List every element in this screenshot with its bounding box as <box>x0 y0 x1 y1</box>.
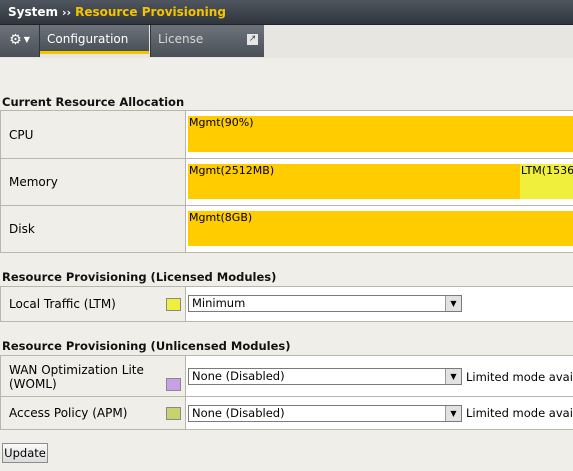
allocation-label: CPU <box>0 110 186 159</box>
allocation-bar-cell: Mgmt(2512MB) LTM(1536 <box>185 158 573 206</box>
tab-license[interactable]: License ↗ <box>150 25 264 57</box>
external-link-icon: ↗ <box>247 34 258 45</box>
module-label: Local Traffic (LTM) <box>9 297 116 311</box>
module-control-cell: None (Disabled) ▼ Limited mode availa <box>185 355 573 397</box>
resource-bar: Mgmt(2512MB) LTM(1536 <box>188 164 573 199</box>
bar-segment-mgmt: Mgmt(2512MB) <box>188 164 521 199</box>
module-control-cell: Minimum ▼ <box>185 286 573 322</box>
module-color-swatch <box>166 298 181 311</box>
licensed-title: Resource Provisioning (Licensed Modules) <box>2 270 277 284</box>
dropdown-arrow-icon: ▼ <box>445 296 461 311</box>
allocation-label: Memory <box>0 158 186 206</box>
tab-configuration[interactable]: Configuration <box>40 25 149 54</box>
module-row-apm: Access Policy (APM) None (Disabled) ▼ Li… <box>0 396 573 430</box>
limited-mode-note: Limited mode availa <box>466 406 573 420</box>
resource-bar: Mgmt(90%) <box>188 116 573 152</box>
breadcrumb-system[interactable]: System <box>8 5 58 19</box>
allocation-row-memory: Memory Mgmt(2512MB) LTM(1536 <box>0 158 573 206</box>
bar-segment-ltm: LTM(1536 <box>519 164 573 199</box>
module-label: WAN Optimization Lite (WOML) <box>9 363 144 391</box>
unlicensed-title: Resource Provisioning (Unlicensed Module… <box>2 339 291 353</box>
tab-bar: ⚙ ▼ Configuration License ↗ <box>0 25 573 58</box>
resource-bar: Mgmt(8GB) <box>188 211 573 246</box>
allocation-row-cpu: CPU Mgmt(90%) <box>0 110 573 159</box>
dropdown-arrow-icon: ▼ <box>445 406 461 421</box>
module-color-swatch <box>166 378 181 391</box>
module-label-cell: WAN Optimization Lite (WOML) <box>0 355 186 397</box>
limited-mode-note: Limited mode availa <box>466 370 573 384</box>
module-row-woml: WAN Optimization Lite (WOML) None (Disab… <box>0 355 573 397</box>
allocation-bar-cell: Mgmt(8GB) <box>185 205 573 253</box>
module-label: Access Policy (APM) <box>9 406 128 420</box>
allocation-bar-cell: Mgmt(90%) <box>185 110 573 159</box>
module-label-cell: Local Traffic (LTM) <box>0 286 186 322</box>
allocation-label: Disk <box>0 205 186 253</box>
allocation-table: CPU Mgmt(90%) Memory Mgmt(2512MB) LTM(15… <box>0 110 573 253</box>
module-color-swatch <box>166 407 181 420</box>
breadcrumb-separator: ›› <box>62 6 72 19</box>
module-control-cell: None (Disabled) ▼ Limited mode availa <box>185 396 573 430</box>
gear-icon: ⚙ <box>9 32 22 48</box>
bar-segment-mgmt: Mgmt(8GB) <box>188 211 573 246</box>
dropdown-arrow-icon: ▼ <box>445 369 461 384</box>
allocation-row-disk: Disk Mgmt(8GB) <box>0 205 573 253</box>
select-value: None (Disabled) <box>192 369 285 383</box>
top-header: System ›› Resource Provisioning <box>0 0 573 25</box>
caret-down-icon: ▼ <box>23 35 30 44</box>
select-value: None (Disabled) <box>192 406 285 420</box>
ltm-provisioning-select[interactable]: Minimum ▼ <box>188 295 462 312</box>
select-value: Minimum <box>192 296 246 310</box>
apm-provisioning-select[interactable]: None (Disabled) ▼ <box>188 405 462 422</box>
update-button[interactable]: Update <box>2 443 48 463</box>
licensed-table: Local Traffic (LTM) Minimum ▼ <box>0 286 573 322</box>
options-menu-button[interactable]: ⚙ ▼ <box>0 25 40 57</box>
breadcrumb-current: Resource Provisioning <box>75 5 226 19</box>
module-label-cell: Access Policy (APM) <box>0 396 186 430</box>
woml-provisioning-select[interactable]: None (Disabled) ▼ <box>188 368 462 385</box>
allocation-title: Current Resource Allocation <box>2 95 185 109</box>
tab-license-label: License <box>158 32 204 46</box>
bar-segment-mgmt: Mgmt(90%) <box>188 116 573 152</box>
breadcrumb: System ›› Resource Provisioning <box>8 5 226 19</box>
unlicensed-table: WAN Optimization Lite (WOML) None (Disab… <box>0 355 573 430</box>
module-row-ltm: Local Traffic (LTM) Minimum ▼ <box>0 286 573 322</box>
